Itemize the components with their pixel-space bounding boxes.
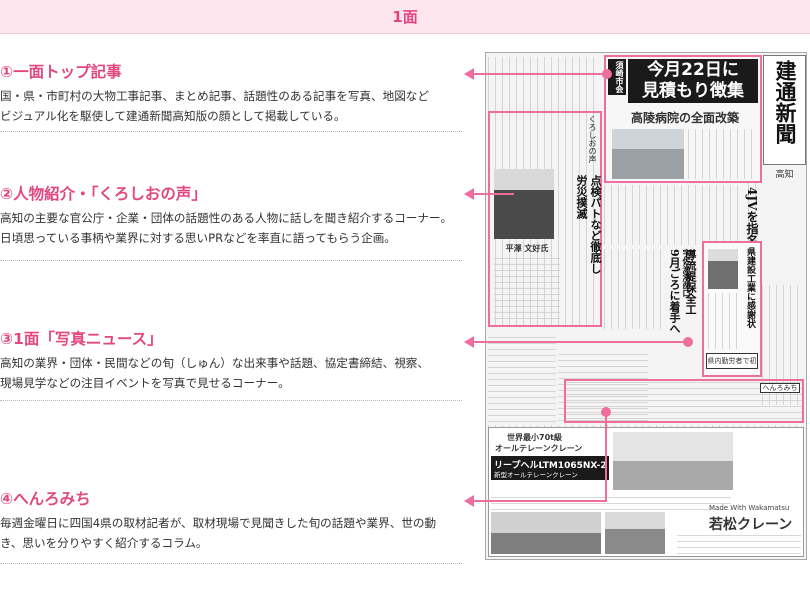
column-headline: 点検パトなど徹底し 労災撲滅 — [575, 175, 602, 274]
annotation-dot-1 — [602, 69, 612, 79]
top-subhead: 高陵病院の全面改築 — [630, 111, 739, 125]
top-article-highlight: 須崎市会 今月22日に 見積もり徴集 高陵病院の全面改築 — [604, 55, 762, 183]
article-text-block — [604, 249, 664, 329]
crane-photo — [613, 432, 733, 490]
ad-made-with: Made With Wakamatsu — [709, 504, 790, 512]
annotation-dot-4 — [601, 407, 611, 417]
section-divider — [0, 260, 462, 261]
section-description: 高知の主要な官公庁・企業・団体の話題性のある人物に話しを聞き紹介するコーナー。 … — [0, 211, 453, 245]
ad-model-box: リープヘルLTM1065NX-2 新型オールテレーンクレーン — [491, 456, 609, 480]
henromichi-highlight: へんろみち — [564, 379, 804, 423]
annotation-line-4 — [474, 500, 607, 502]
annotation-arrow-2 — [464, 188, 474, 200]
section-title: ①一面トップ記事 — [0, 63, 122, 81]
henromichi-label: へんろみち — [760, 383, 800, 393]
photo-news-highlight: 県建設工業に感謝状 県内勤労者で初 — [702, 241, 762, 377]
section-top-article: ①一面トップ記事 国・県・市町村の大物工事記事、まとめ記事、話題性のある記事を写… — [0, 62, 462, 126]
person-name: 平澤 文好氏 — [505, 244, 549, 253]
person-photo — [494, 169, 554, 239]
section-title: ④へんろみち — [0, 490, 91, 508]
annotation-arrow-3 — [464, 336, 474, 348]
ad-model-sub: 新型オールテレーンクレーン — [494, 471, 578, 479]
annotation-line-1 — [474, 73, 607, 75]
column-kuroshio-highlight: くろしおの声 点検パトなど徹底し 労災撲滅 平澤 文好氏 — [488, 111, 602, 327]
section-photo-news: ③1面「写真ニュース」 高知の業界・団体・民間などの旬（しゅん）な出来事や話題、… — [0, 329, 462, 393]
annotation-line-2 — [474, 193, 514, 195]
mid-headline: 導流堤保全工 9月ごろに着手へ — [668, 249, 697, 334]
article-text-block — [604, 185, 744, 245]
ad-company: 若松クレーン — [709, 517, 793, 533]
section-divider — [0, 131, 462, 132]
section-henromichi: ④へんろみち 毎週金曜日に四国4県の取材記者が、取材現場で見聞きした旬の話題や業… — [0, 489, 462, 553]
page-title: 1面 — [392, 8, 418, 26]
top-headline: 今月22日に 見積もり徴集 — [628, 59, 758, 103]
article-text-block — [688, 129, 754, 179]
newspaper-front-page: 建通新聞 高知 須崎市会 今月22日に 見積もり徴集 高陵病院の全面改築 4JV… — [485, 52, 807, 560]
section-title: ②人物紹介・「くろしおの声」 — [0, 185, 207, 203]
factory-photo — [491, 512, 601, 554]
annotation-connector-4 — [605, 412, 607, 502]
section-divider — [0, 563, 462, 564]
ad-catchphrase: 世界最小70t級 — [507, 433, 562, 442]
article-text-block — [488, 337, 556, 422]
photo-news-image — [708, 249, 738, 289]
photo-news-caption: 県内勤労者で初 — [706, 353, 758, 369]
annotation-line-3 — [474, 341, 688, 343]
annotation-arrow-1 — [464, 68, 474, 80]
article-text-block — [708, 293, 740, 349]
crane-photo-2 — [605, 512, 665, 554]
section-person-profile: ②人物紹介・「くろしおの声」 高知の主要な官公庁・企業・団体の話題性のある人物に… — [0, 184, 462, 248]
ad-catchphrase-2: オールテレーンクレーン — [495, 444, 583, 453]
column-title: くろしおの声 — [588, 115, 597, 163]
edition-label: 高知 — [775, 170, 794, 180]
photo-news-headline: 県建設工業に感謝状 — [745, 247, 755, 328]
ad-contact-block — [677, 532, 801, 554]
hospital-photo — [612, 129, 684, 179]
page-header: 1面 — [0, 0, 810, 34]
section-divider — [0, 400, 462, 401]
section-title: ③1面「写真ニュース」 — [0, 330, 163, 348]
section-description: 毎週金曜日に四国4県の取材記者が、取材現場で見聞きした旬の話題や業界、世の動 き… — [0, 516, 437, 550]
article-text-block — [494, 257, 560, 319]
masthead-logo: 建通新聞 — [773, 60, 798, 144]
crane-advertisement: 世界最小70t級 オールテレーンクレーン リープヘルLTM1065NX-2 新型… — [488, 427, 804, 557]
section-description: 国・県・市町村の大物工事記事、まとめ記事、話題性のある記事を写真、地図など ビジ… — [0, 89, 429, 123]
masthead-box: 建通新聞 — [763, 55, 806, 165]
section-description: 高知の業界・団体・民間などの旬（しゅん）な出来事や話題、協定書締結、視察、 現場… — [0, 356, 429, 390]
annotation-arrow-4 — [464, 495, 474, 507]
annotation-dot-3 — [683, 337, 693, 347]
